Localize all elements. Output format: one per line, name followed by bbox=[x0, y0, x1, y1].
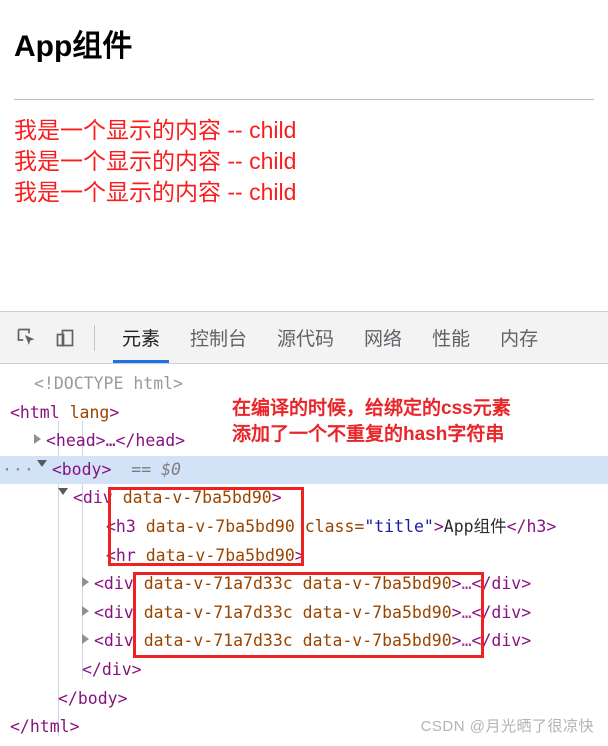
dom-row-child-div[interactable]: <div data-v-71a7d33c data-v-7ba5bd90>…</… bbox=[0, 627, 608, 656]
dom-row-child-div[interactable]: <div data-v-71a7d33c data-v-7ba5bd90>…</… bbox=[0, 599, 608, 628]
child-div-tag: <div bbox=[94, 602, 134, 622]
dom-row-body-close[interactable]: </body> bbox=[0, 685, 608, 714]
hr-tag: <hr bbox=[106, 545, 136, 565]
collapsed-content-ellipsis: … bbox=[461, 574, 472, 594]
tab-network[interactable]: 网络 bbox=[349, 312, 417, 363]
body-tag: <body> bbox=[51, 459, 112, 479]
hr-close-bracket: > bbox=[294, 545, 305, 565]
h3-closing-tag: </h3> bbox=[506, 516, 557, 536]
child-line: 我是一个显示的内容 -- child bbox=[14, 148, 297, 174]
head-collapsed-text: <head>…</head> bbox=[46, 431, 186, 451]
tab-elements[interactable]: 元素 bbox=[107, 312, 175, 363]
h3-open-close-bracket: > bbox=[433, 516, 444, 536]
page-title: App组件 bbox=[14, 30, 133, 63]
child-scope-attr: data-v-71a7d33c bbox=[143, 574, 293, 594]
dom-row-root-div-close[interactable]: </div> bbox=[0, 656, 608, 685]
chevron-right-icon[interactable] bbox=[82, 605, 89, 616]
h3-text-node: App组件 bbox=[443, 516, 507, 536]
tab-sources[interactable]: 源代码 bbox=[262, 312, 349, 363]
hr-scope-attr: data-v-7ba5bd90 bbox=[145, 545, 295, 565]
device-toolbar-icon[interactable] bbox=[48, 321, 82, 355]
child-div-close-bracket: > bbox=[451, 574, 462, 594]
toolbar-separator bbox=[94, 324, 95, 351]
devtools-toolbar: 元素 控制台 源代码 网络 性能 内存 bbox=[0, 312, 608, 364]
overflow-dots[interactable]: ··· bbox=[2, 460, 35, 479]
devtools-tab-bar: 元素 控制台 源代码 网络 性能 内存 bbox=[107, 312, 553, 363]
child-div-closing-tag: </div> bbox=[471, 631, 532, 651]
collapsed-content-ellipsis: … bbox=[461, 602, 472, 622]
dom-row-html-open[interactable]: <html lang> bbox=[0, 399, 608, 428]
dom-tree[interactable]: <!DOCTYPE html> <html lang> <head>…</hea… bbox=[0, 364, 608, 742]
tab-performance[interactable]: 性能 bbox=[417, 312, 485, 363]
watermark: CSDN @月光晒了很凉快 bbox=[420, 718, 594, 735]
child-div-tag: <div bbox=[94, 631, 134, 651]
h3-class-attr-name: class= bbox=[304, 516, 365, 536]
h3-scope-attr: data-v-7ba5bd90 bbox=[145, 516, 295, 536]
root-div-tag: <div bbox=[73, 488, 113, 508]
child-component-list: 我是一个显示的内容 -- child 我是一个显示的内容 -- child 我是… bbox=[14, 115, 594, 208]
child-div-close-bracket: > bbox=[451, 631, 462, 651]
child-scope-attr: data-v-71a7d33c bbox=[143, 602, 293, 622]
dom-row-hr[interactable]: <hr data-v-7ba5bd90> bbox=[0, 542, 608, 571]
dom-row-root-div[interactable]: <div data-v-7ba5bd90> bbox=[0, 484, 608, 513]
dom-row-doctype[interactable]: <!DOCTYPE html> bbox=[0, 370, 608, 399]
child-div-closing-tag: </div> bbox=[471, 602, 532, 622]
devtools-panel: 元素 控制台 源代码 网络 性能 内存 <!DOCTYPE html> <htm… bbox=[0, 312, 608, 746]
child-line: 我是一个显示的内容 -- child bbox=[14, 179, 297, 205]
h3-class-attr-value: "title" bbox=[364, 516, 434, 536]
chevron-right-icon[interactable] bbox=[34, 434, 41, 445]
dom-row-body-selected[interactable]: ··· <body> == $0 bbox=[0, 455, 608, 485]
parent-scope-attr: data-v-7ba5bd90 bbox=[302, 602, 452, 622]
doctype-text: <!DOCTYPE html> bbox=[34, 374, 184, 393]
selected-node-marker: == $0 bbox=[131, 459, 181, 479]
child-div-closing-tag: </div> bbox=[471, 574, 532, 594]
root-div-closing-tag: </div> bbox=[82, 659, 142, 679]
chevron-down-icon[interactable] bbox=[58, 488, 68, 500]
dom-row-h3[interactable]: <h3 data-v-7ba5bd90 class="title">App组件<… bbox=[0, 513, 608, 542]
html-lang-attr: lang bbox=[69, 402, 110, 422]
child-div-tag: <div bbox=[94, 574, 134, 594]
parent-scope-attr: data-v-7ba5bd90 bbox=[302, 631, 452, 651]
child-div-close-bracket: > bbox=[451, 602, 462, 622]
body-closing-tag: </body> bbox=[58, 688, 128, 708]
root-div-scope-attr: data-v-7ba5bd90 bbox=[122, 488, 272, 508]
page-content: App组件 我是一个显示的内容 -- child 我是一个显示的内容 -- ch… bbox=[0, 0, 608, 208]
chevron-right-icon[interactable] bbox=[82, 634, 89, 645]
child-scope-attr: data-v-71a7d33c bbox=[143, 631, 293, 651]
html-tag: <html bbox=[10, 402, 60, 422]
rendered-page-viewport: App组件 我是一个显示的内容 -- child 我是一个显示的内容 -- ch… bbox=[0, 0, 608, 312]
html-closing-tag: </html> bbox=[10, 717, 80, 737]
parent-scope-attr: data-v-7ba5bd90 bbox=[302, 574, 452, 594]
tab-console[interactable]: 控制台 bbox=[175, 312, 262, 363]
dom-row-head[interactable]: <head>…</head> bbox=[0, 427, 608, 456]
tab-memory[interactable]: 内存 bbox=[485, 312, 553, 363]
inspect-element-icon[interactable] bbox=[10, 321, 44, 355]
dom-row-child-div[interactable]: <div data-v-71a7d33c data-v-7ba5bd90>…</… bbox=[0, 570, 608, 599]
collapsed-content-ellipsis: … bbox=[461, 631, 472, 651]
root-div-close-bracket: > bbox=[271, 488, 282, 508]
h3-tag: <h3 bbox=[106, 516, 136, 536]
html-tag-close-bracket: > bbox=[109, 402, 120, 422]
child-line: 我是一个显示的内容 -- child bbox=[14, 117, 297, 143]
chevron-down-icon[interactable] bbox=[36, 459, 47, 472]
chevron-right-icon[interactable] bbox=[82, 577, 89, 588]
page-divider bbox=[14, 99, 594, 100]
